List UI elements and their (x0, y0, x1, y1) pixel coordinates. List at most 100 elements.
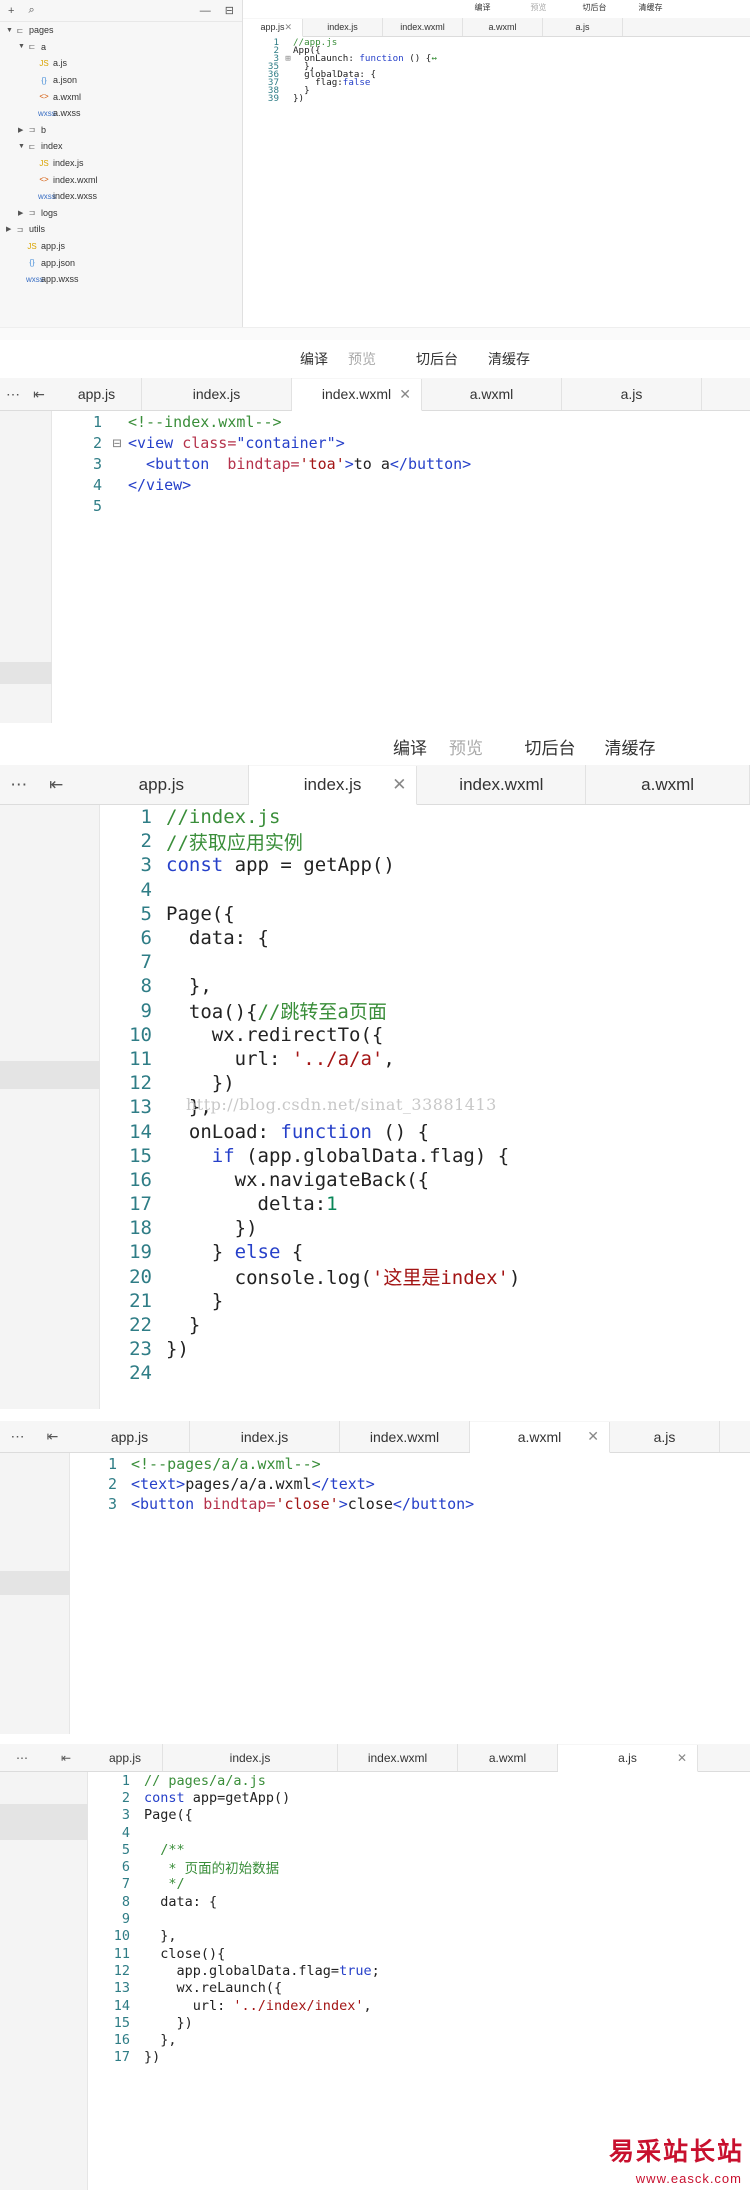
clear-cache-button[interactable]: 清缓存 (623, 2, 679, 13)
code-text: url: '../a/a', (166, 1048, 395, 1070)
code-line: 1 //index.js (104, 805, 520, 829)
code-editor[interactable]: 1 <!--index.wxml--> 2 ⊟ <view class="contain… (60, 411, 471, 516)
tree-item-index-wxml[interactable]: <> index.wxml (0, 171, 242, 188)
tab-a-wxml[interactable]: a.wxml (422, 378, 562, 410)
search-icon[interactable]: ⌕ (28, 4, 34, 17)
tab-a-wxml[interactable]: a.wxml (458, 1744, 558, 1771)
code-token: Page({ (166, 902, 235, 925)
fold-icon[interactable]: ⊞ (283, 53, 293, 64)
tree-item-a-js[interactable]: JS a.js (0, 55, 242, 72)
tab-a-wxml[interactable]: a.wxml (463, 18, 543, 36)
split-view-icon[interactable]: ⇤ (38, 775, 76, 795)
close-icon[interactable]: ✕ (284, 22, 292, 33)
code-token: class= (182, 433, 237, 452)
tree-item-app-wxss[interactable]: wxss app.wxss (0, 271, 242, 288)
tree-item-logs[interactable]: ▶ ⊐ logs (0, 205, 242, 222)
more-icon[interactable]: ⋯ (0, 1428, 35, 1445)
split-view-icon[interactable]: ⇤ (44, 1751, 88, 1765)
compile-button[interactable]: 编译 (455, 2, 511, 13)
tab-index-wxml[interactable]: index.wxml (383, 18, 463, 36)
code-token: <!--index.wxml--> (128, 412, 282, 431)
line-number: 2 (92, 433, 102, 452)
tab-app-js[interactable]: app.js (52, 378, 142, 410)
close-icon[interactable]: ✕ (392, 775, 406, 795)
tab-index-js[interactable]: index.js (142, 378, 292, 410)
split-icon[interactable]: ⊟ (225, 4, 234, 17)
chevron-right-icon[interactable]: ▶ (18, 126, 26, 134)
tab-a-js[interactable]: a.js (562, 378, 702, 410)
tree-item-index-js[interactable]: JS index.js (0, 155, 242, 172)
background-button[interactable]: 切后台 (524, 734, 576, 759)
tab-app-js[interactable]: app.js (75, 765, 249, 804)
split-view-icon[interactable]: ⇤ (26, 386, 52, 403)
chevron-down-icon[interactable]: ▼ (18, 143, 26, 150)
tree-item-a[interactable]: ▼ ⊏ a (0, 39, 242, 56)
tree-item-index-wxss[interactable]: wxss index.wxss (0, 188, 242, 205)
tab-index-wxml[interactable]: index.wxml (340, 1421, 470, 1452)
code-token: close (347, 1495, 393, 1513)
tab-a-wxml[interactable]: a.wxml (586, 765, 750, 804)
tree-item-label: index.wxml (53, 174, 98, 185)
tree-item-a-json[interactable]: {} a.json (0, 72, 242, 89)
tab-index-wxml[interactable]: index.wxml (338, 1744, 458, 1771)
tree-item-app-json[interactable]: {} app.json (0, 254, 242, 271)
line-number: 7 (140, 951, 152, 974)
more-icon[interactable]: ⋯ (0, 386, 26, 403)
tab-index-js[interactable]: index.js ✕ (248, 765, 418, 805)
add-icon[interactable]: + (8, 5, 14, 17)
chevron-right-icon[interactable]: ▶ (18, 209, 26, 217)
tree-item-utils[interactable]: ▶ ⊐ utils (0, 221, 242, 238)
tree-item-app-js[interactable]: JS app.js (0, 238, 242, 255)
tab-app-js[interactable]: app.js ✕ (243, 18, 303, 37)
tab-app-js[interactable]: app.js (70, 1421, 190, 1452)
tab-index-js[interactable]: index.js (163, 1744, 338, 1771)
code-editor[interactable]: 1 // pages/a/a.js 2 const app=getApp() 3 Page… (100, 1772, 380, 2066)
tab-a-js[interactable]: a.js ✕ (558, 1744, 698, 1772)
tab-bar: app.js ✕ index.js index.wxml a.wxml a.js (243, 18, 750, 37)
code-line: 12 }) (104, 1071, 520, 1095)
tab-index-wxml[interactable]: index.wxml (417, 765, 587, 804)
tab-index-js[interactable]: index.js (190, 1421, 340, 1452)
tree-item-pages[interactable]: ▼ ⊏ pages (0, 22, 242, 39)
code-text: } else { (166, 1241, 304, 1263)
line-number: 14 (129, 1120, 152, 1143)
tab-index-js[interactable]: index.js (303, 18, 383, 36)
split-view-icon[interactable]: ⇤ (35, 1428, 70, 1445)
preview-button[interactable]: 预览 (446, 734, 486, 759)
compile-button[interactable]: 编译 (290, 349, 338, 369)
fold-icon[interactable]: ⊟ (106, 434, 128, 452)
tab-a-js[interactable]: a.js (543, 18, 623, 36)
code-editor[interactable]: 1//app.js 2 App({3 ⊞ onLaunch: function () … (261, 37, 437, 103)
more-icon[interactable]: ⋯ (0, 775, 38, 795)
tab-a-wxml[interactable]: a.wxml ✕ (470, 1421, 610, 1453)
tree-item-a-wxml[interactable]: <> a.wxml (0, 88, 242, 105)
code-token: app = getApp() (223, 854, 395, 877)
tab-index-wxml[interactable]: index.wxml ✕ (292, 378, 422, 411)
close-icon[interactable]: ✕ (587, 1428, 599, 1445)
panel-a-js: ⋯ ⇤ app.js index.js index.wxml a.wxml a.js ✕ 1 /… (0, 1734, 750, 2190)
code-line: 24 (104, 1361, 520, 1385)
compile-button[interactable]: 编译 (390, 734, 430, 759)
clear-cache-button[interactable]: 清缓存 (478, 349, 540, 369)
chevron-right-icon[interactable]: ▶ (6, 225, 14, 233)
more-icon[interactable]: ⋯ (0, 1751, 44, 1765)
chevron-down-icon[interactable]: ▼ (6, 27, 14, 34)
code-editor[interactable]: 1 <!--pages/a/a.wxml--> 2 <text>pages/a/a.w… (72, 1454, 474, 1514)
line-number: 23 (129, 1338, 152, 1361)
close-icon[interactable]: ✕ (677, 1751, 687, 1765)
tab-label: index.js (229, 1750, 271, 1765)
close-icon[interactable]: ✕ (399, 386, 411, 403)
clear-cache-button[interactable]: 清缓存 (604, 734, 656, 759)
tree-item-b[interactable]: ▶ ⊐ b (0, 122, 242, 139)
tab-app-js[interactable]: app.js (88, 1744, 163, 1771)
chevron-down-icon[interactable]: ▼ (18, 43, 26, 50)
collapse-icon[interactable]: — (200, 5, 211, 17)
preview-button[interactable]: 预览 (511, 2, 567, 13)
tree-item-a-wxss[interactable]: wxss a.wxss (0, 105, 242, 122)
background-button[interactable]: 切后台 (406, 349, 468, 369)
tab-a-js[interactable]: a.js (610, 1421, 720, 1452)
preview-button[interactable]: 预览 (338, 349, 386, 369)
tree-item-index[interactable]: ▼ ⊏ index (0, 138, 242, 155)
code-text: /** (144, 1842, 184, 1858)
background-button[interactable]: 切后台 (567, 2, 623, 13)
